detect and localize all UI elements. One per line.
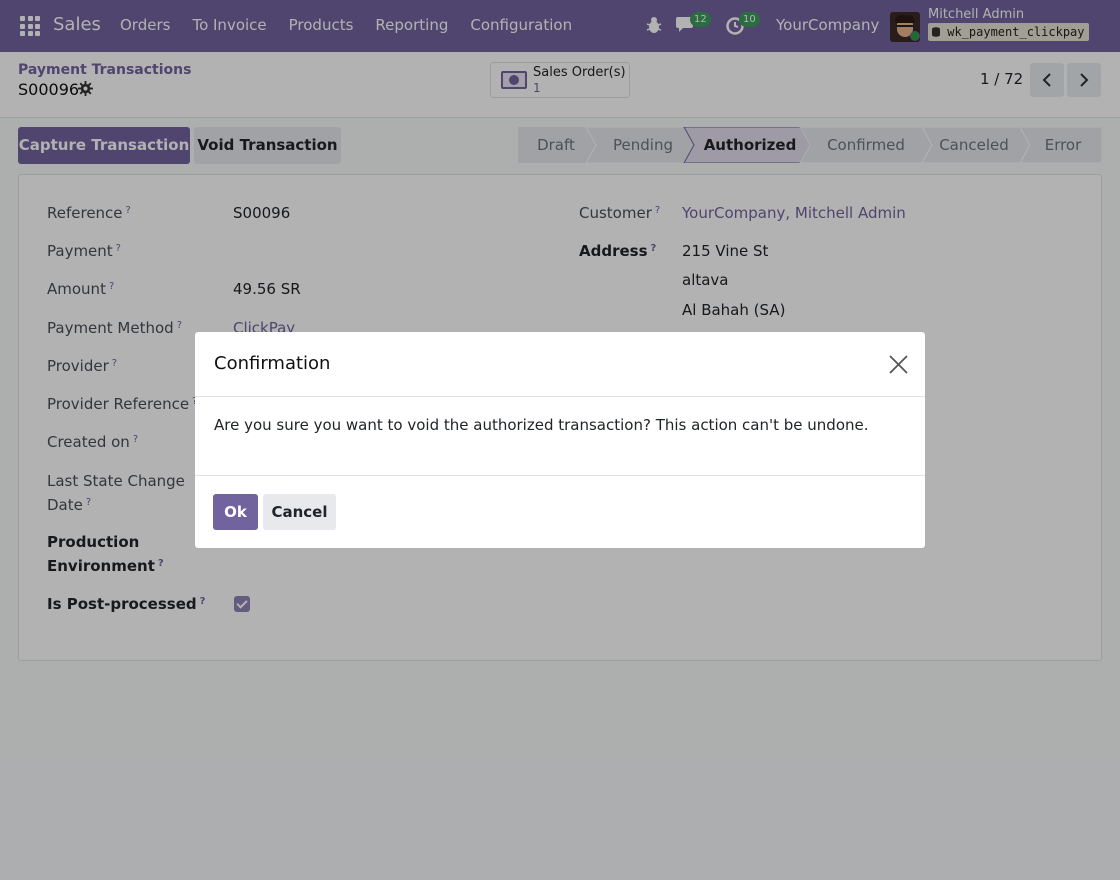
cancel-button[interactable]: Cancel [263, 494, 336, 530]
dialog-footer: Ok Cancel [195, 475, 925, 548]
ok-button[interactable]: Ok [213, 494, 258, 530]
dialog-title: Confirmation [214, 353, 331, 374]
dialog-message: Are you sure you want to void the author… [214, 416, 869, 434]
confirmation-dialog: Confirmation Are you sure you want to vo… [195, 332, 925, 548]
close-icon[interactable] [889, 355, 908, 374]
dialog-header: Confirmation [195, 332, 925, 397]
